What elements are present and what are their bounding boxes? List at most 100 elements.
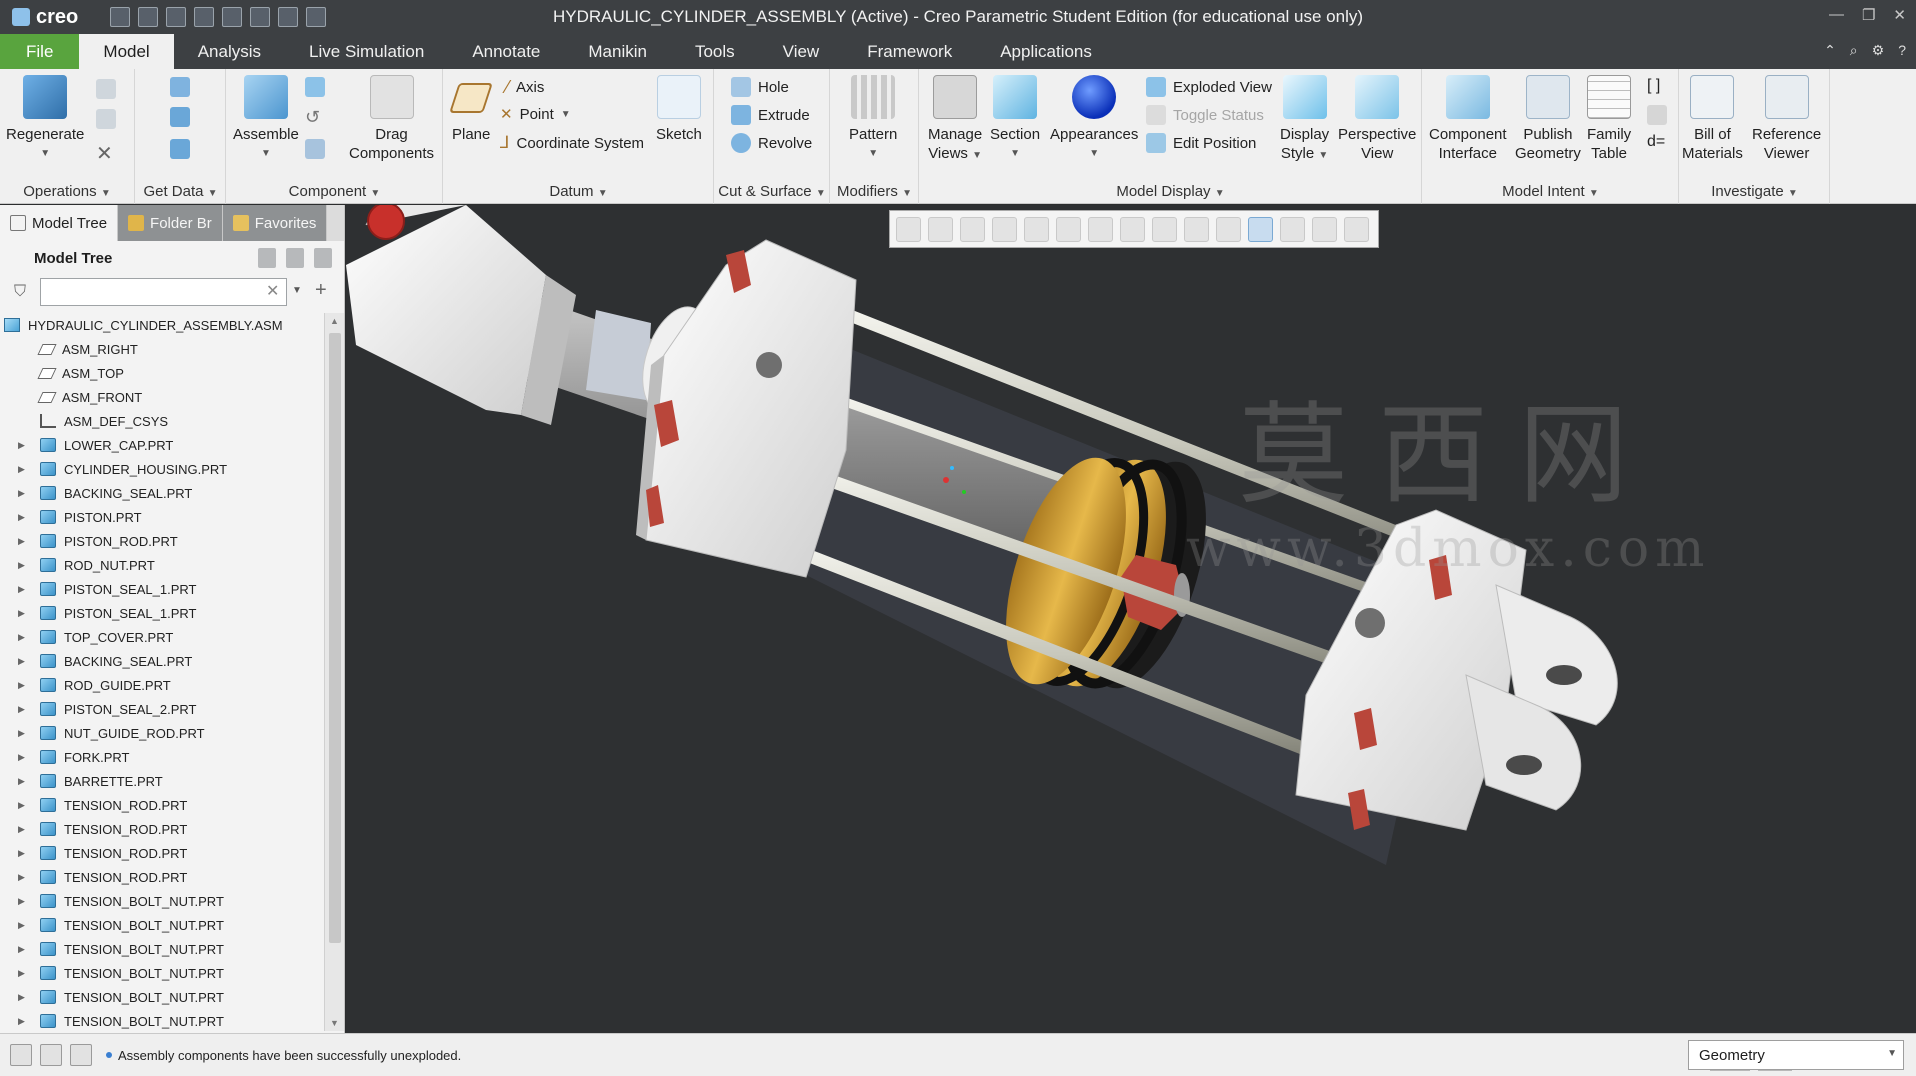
pattern-button[interactable]: Pattern ▼ <box>849 75 897 163</box>
tab-view[interactable]: View <box>759 34 844 69</box>
tree-item[interactable]: ▶ TENSION_BOLT_NUT.PRT <box>0 1009 320 1031</box>
tree-item[interactable]: ▶ TENSION_BOLT_NUT.PRT <box>0 889 320 913</box>
perspective-toolbar-icon[interactable] <box>1120 216 1145 242</box>
copy-button[interactable] <box>96 79 116 99</box>
point-button[interactable]: ✕ Point ▼ <box>500 105 571 124</box>
paste-button[interactable] <box>96 109 116 129</box>
revolve-button[interactable]: Revolve <box>731 133 812 153</box>
tree-item[interactable]: ▶ ROD_NUT.PRT <box>0 553 320 577</box>
chevron-down-icon[interactable]: ▼ <box>1887 1048 1897 1059</box>
hole-button[interactable]: Hole <box>731 77 789 97</box>
spin-center-icon[interactable] <box>1248 216 1273 242</box>
tree-item[interactable]: ▶ASM_RIGHT <box>0 337 320 361</box>
tree-item[interactable]: ▶ TENSION_BOLT_NUT.PRT <box>0 913 320 937</box>
expand-arrow-icon[interactable]: ▶ <box>18 992 30 1003</box>
copy-geometry-button[interactable] <box>170 107 190 127</box>
expand-arrow-icon[interactable]: ▶ <box>18 440 30 451</box>
tab-applications[interactable]: Applications <box>976 34 1116 69</box>
close-window-icon[interactable] <box>306 7 326 27</box>
datum-display-filters-icon[interactable] <box>1184 216 1209 242</box>
tree-item[interactable]: ▶ CYLINDER_HOUSING.PRT <box>0 457 320 481</box>
expand-arrow-icon[interactable]: ▶ <box>18 752 30 763</box>
tree-item[interactable]: ▶ TENSION_ROD.PRT <box>0 865 320 889</box>
edit-position-button[interactable]: Edit Position <box>1146 133 1256 153</box>
manage-views-button[interactable]: Manage Views ▼ <box>928 75 982 165</box>
tree-item[interactable]: ▶ TENSION_BOLT_NUT.PRT <box>0 985 320 1009</box>
repaint-icon[interactable] <box>992 216 1017 242</box>
appearances-button[interactable]: Appearances ▼ <box>1050 75 1138 163</box>
section-toolbar-icon[interactable] <box>1152 216 1177 242</box>
collapse-ribbon-icon[interactable]: ⌃ <box>1824 42 1836 59</box>
chevron-down-icon[interactable]: ▼ <box>40 144 50 163</box>
mirror-component-button[interactable] <box>305 139 325 159</box>
tree-item[interactable]: ▶ TOP_COVER.PRT <box>0 625 320 649</box>
tree-item[interactable]: ▶ TENSION_ROD.PRT <box>0 793 320 817</box>
filter-icon[interactable]: ⛉ <box>14 283 32 301</box>
model-display-group-label[interactable]: Model Display ▼ <box>920 183 1421 200</box>
expand-arrow-icon[interactable]: ▶ <box>18 968 30 979</box>
tree-settings-icon[interactable] <box>258 248 276 268</box>
scroll-down-icon[interactable]: ▼ <box>330 1018 339 1028</box>
tab-annotate[interactable]: Annotate <box>448 34 564 69</box>
sketch-button[interactable]: Sketch <box>656 75 702 144</box>
assemble-button[interactable]: Assemble ▼ <box>233 75 299 163</box>
expand-arrow-icon[interactable]: ▶ <box>18 920 30 931</box>
tab-model[interactable]: Model <box>79 34 174 69</box>
cut-surface-group-label[interactable]: Cut & Surface ▼ <box>715 183 829 200</box>
tree-item[interactable]: ▶ASM_FRONT <box>0 385 320 409</box>
show-navigator-icon[interactable] <box>10 1044 32 1066</box>
create-component-button[interactable] <box>305 77 325 97</box>
tree-scrollbar[interactable]: ▲ ▼ <box>324 313 344 1031</box>
exploded-view-button[interactable]: Exploded View <box>1146 77 1272 97</box>
bill-of-materials-button[interactable]: Bill of Materials <box>1682 75 1743 163</box>
delete-button[interactable]: ✕ <box>96 141 113 166</box>
tab-framework[interactable]: Framework <box>843 34 976 69</box>
scroll-up-icon[interactable]: ▲ <box>330 316 339 326</box>
family-table-button[interactable]: Family Table <box>1587 75 1631 163</box>
tree-item[interactable]: ▶ ROD_GUIDE.PRT <box>0 673 320 697</box>
save-icon[interactable] <box>166 7 186 27</box>
selection-filter-select[interactable]: Geometry ▼ <box>1688 1040 1904 1070</box>
tree-item[interactable]: ▶ PISTON_SEAL_2.PRT <box>0 697 320 721</box>
pause-icon[interactable] <box>1312 216 1337 242</box>
tree-item[interactable]: ▶ FORK.PRT <box>0 745 320 769</box>
expand-arrow-icon[interactable]: ▶ <box>18 560 30 571</box>
tree-item[interactable]: ▶ TENSION_BOLT_NUT.PRT <box>0 961 320 985</box>
full-screen-icon[interactable] <box>70 1044 92 1066</box>
relations-button[interactable]: [ ] <box>1647 77 1660 95</box>
get-data-group-label[interactable]: Get Data ▼ <box>136 183 225 200</box>
expand-arrow-icon[interactable]: ▶ <box>18 464 30 475</box>
search-dropdown-icon[interactable]: ▼ <box>292 285 302 296</box>
shrinkwrap-button[interactable] <box>170 139 190 159</box>
component-group-label[interactable]: Component ▼ <box>227 183 442 200</box>
reference-viewer-button[interactable]: Reference Viewer <box>1752 75 1821 163</box>
expand-arrow-icon[interactable]: ▶ <box>18 704 30 715</box>
tree-item[interactable]: ▶ NUT_GUIDE_ROD.PRT <box>0 721 320 745</box>
display-style-button[interactable]: Display Style ▼ <box>1280 75 1329 165</box>
component-interface-button[interactable]: Component Interface <box>1429 75 1507 163</box>
expand-arrow-icon[interactable]: ▶ <box>18 896 30 907</box>
tree-item[interactable]: ▶ PISTON_ROD.PRT <box>0 529 320 553</box>
display-style-toolbar-icon[interactable] <box>1024 216 1049 242</box>
expand-arrow-icon[interactable]: ▶ <box>18 776 30 787</box>
tree-item[interactable]: ▶ TENSION_ROD.PRT <box>0 841 320 865</box>
tab-analysis[interactable]: Analysis <box>174 34 285 69</box>
clear-search-icon[interactable]: ✕ <box>266 281 279 301</box>
regenerate-button[interactable]: Regenerate ▼ <box>6 75 84 163</box>
extrude-button[interactable]: Extrude <box>731 105 810 125</box>
hydraulic-cylinder-model[interactable] <box>346 205 1916 1033</box>
investigate-group-label[interactable]: Investigate ▼ <box>1680 183 1829 200</box>
switch-dimensions-button[interactable] <box>1647 105 1667 125</box>
coordinate-system-button[interactable]: ⅃ Coordinate System <box>500 133 644 153</box>
tab-file[interactable]: File <box>0 34 80 69</box>
expand-arrow-icon[interactable]: ▶ <box>18 680 30 691</box>
graphics-viewport[interactable]: 莫西网 www.3dmox.com <box>346 205 1916 1033</box>
axis-button[interactable]: ⁄ Axis <box>506 77 544 98</box>
tree-item[interactable]: ▶ASM_TOP <box>0 361 320 385</box>
expand-arrow-icon[interactable]: ▶ <box>18 536 30 547</box>
help-icon[interactable]: ? <box>1898 42 1906 59</box>
settings-icon[interactable]: ⚙ <box>1872 42 1885 59</box>
expand-arrow-icon[interactable]: ▶ <box>18 848 30 859</box>
tree-item[interactable]: ▶ LOWER_CAP.PRT <box>0 433 320 457</box>
expand-arrow-icon[interactable]: ▶ <box>18 512 30 523</box>
